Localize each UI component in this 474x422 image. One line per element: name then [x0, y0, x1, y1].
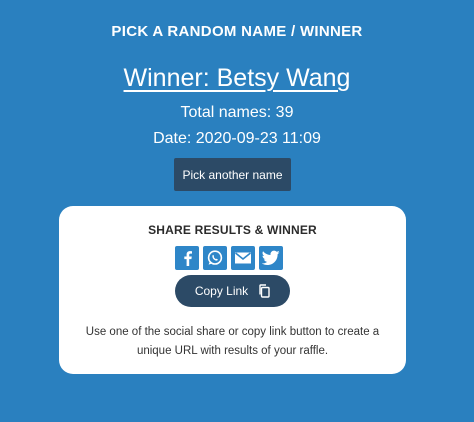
page-title: PICK A RANDOM NAME / WINNER: [111, 23, 363, 40]
date-text: Date: 2020-09-23 11:09: [153, 130, 321, 147]
email-icon[interactable]: [231, 246, 255, 270]
facebook-icon[interactable]: [175, 246, 199, 270]
total-names-text: Total names: 39: [180, 104, 294, 121]
copy-link-button[interactable]: Copy Link: [175, 275, 290, 307]
share-title: SHARE RESULTS & WINNER: [148, 223, 317, 237]
share-description: Use one of the social share or copy link…: [85, 326, 380, 357]
page: PICK A RANDOM NAME / WINNER Winner: Bets…: [0, 0, 474, 422]
twitter-icon[interactable]: [259, 246, 283, 270]
whatsapp-icon[interactable]: [203, 246, 227, 270]
share-icons: [175, 246, 283, 270]
share-card: SHARE RESULTS & WINNER Copy Link Use one…: [59, 206, 406, 374]
copy-icon: [258, 284, 270, 298]
winner-link[interactable]: Winner: Betsy Wang: [0, 64, 474, 93]
copy-link-label: Copy Link: [194, 284, 249, 298]
pick-another-button[interactable]: Pick another name: [174, 158, 291, 191]
